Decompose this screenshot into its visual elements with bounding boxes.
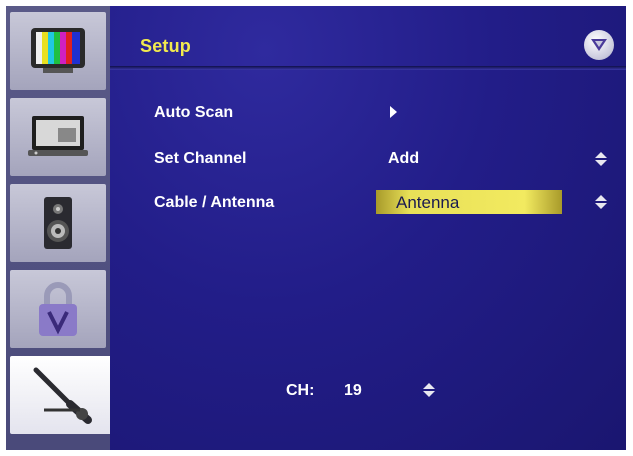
channel-up-down-icon[interactable] [422,383,436,397]
sidebar-item-setup[interactable] [10,356,114,434]
menu-value: Add [388,150,420,167]
menu-value: Antenna [396,193,460,212]
arrow-right-icon[interactable] [390,106,397,118]
osd-window: Setup Auto Scan Set Channel Add Cable / … [6,6,626,450]
channel-label: CH: [286,382,315,399]
wrench-icon [33,367,92,424]
up-down-arrows-icon[interactable] [594,195,608,209]
sidebar-item-audio[interactable] [10,184,106,262]
header-divider [110,66,626,70]
sidebar [6,6,114,450]
sidebar-item-display[interactable] [10,98,106,176]
page-title: Setup [140,36,192,56]
channel-number: 19 [344,382,362,399]
monitor-icon [28,116,88,156]
menu-label: Cable / Antenna [154,194,275,211]
padlock-icon [39,282,77,336]
sidebar-item-lock[interactable] [10,270,106,348]
menu-label: Set Channel [154,150,247,167]
up-down-arrows-icon[interactable] [594,152,608,166]
speaker-icon [44,197,72,249]
menu-label: Auto Scan [154,104,234,121]
selected-value-box[interactable]: Antenna [376,190,562,214]
menu-row-auto-scan[interactable]: Auto Scan [110,98,626,128]
main-panel: Setup Auto Scan Set Channel Add Cable / … [110,6,626,450]
sidebar-item-picture[interactable] [10,12,106,90]
menu-row-cable-antenna[interactable]: Cable / Antenna Antenna [110,188,626,218]
vizio-logo-icon [584,30,614,60]
color-bars-tv-icon [31,28,85,73]
menu-row-set-channel[interactable]: Set Channel Add [110,144,626,174]
